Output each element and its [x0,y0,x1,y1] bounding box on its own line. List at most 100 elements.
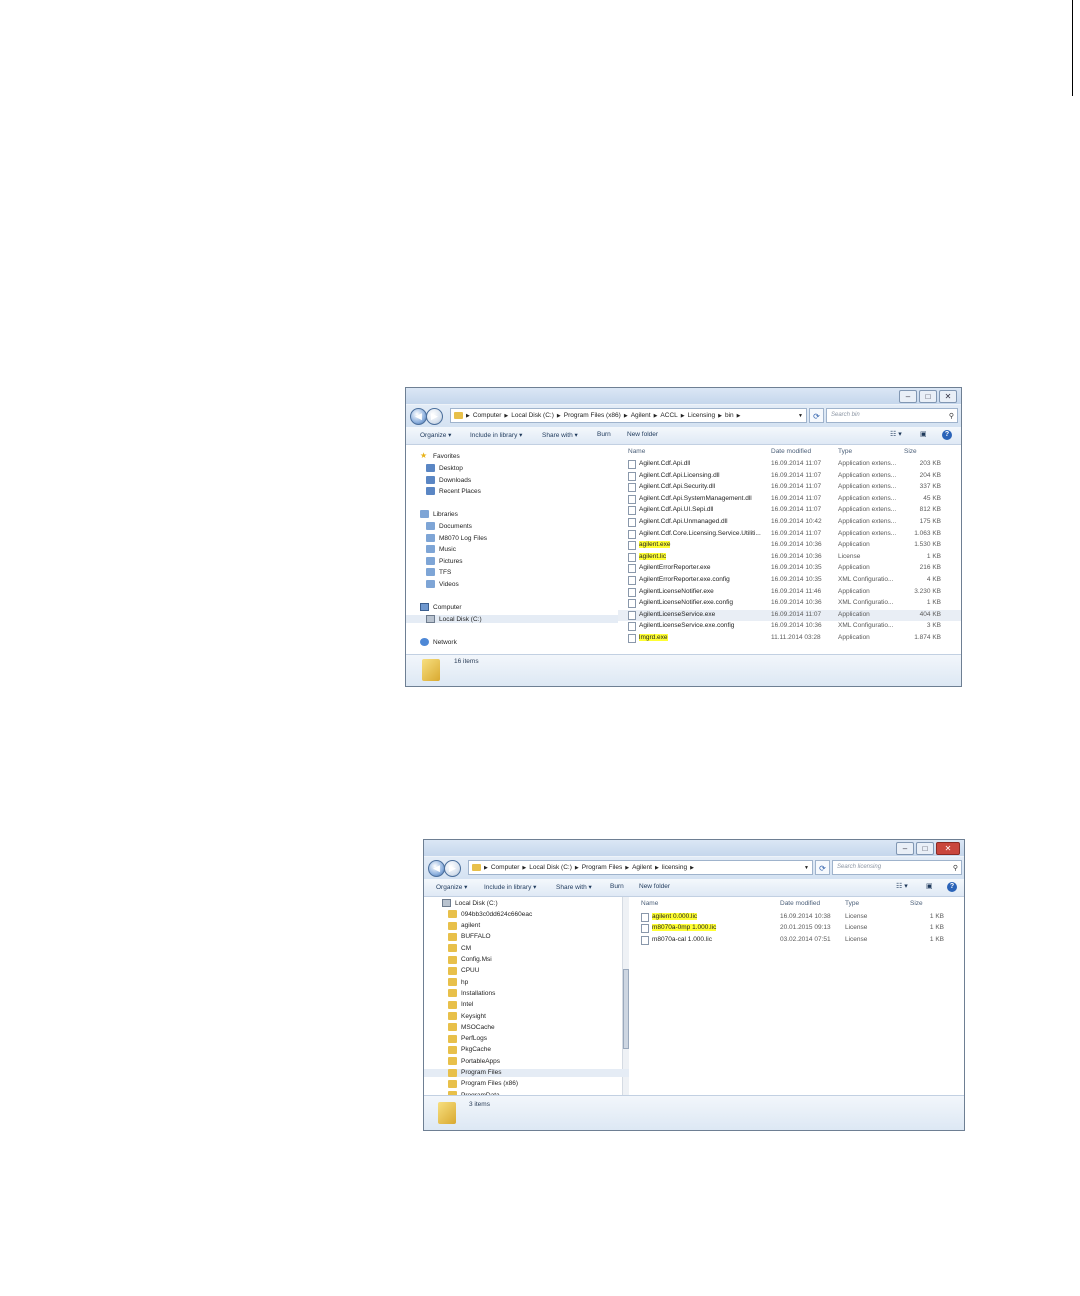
nav-item[interactable]: Downloads [426,476,471,484]
chevron-right-icon[interactable]: ▶ [575,865,579,871]
close-icon[interactable]: ✕ [936,842,960,855]
include-in-library-button[interactable]: Include in library ▾ [470,431,522,439]
nav-item[interactable]: Desktop [426,464,463,472]
file-row[interactable]: Agilent.Cdf.Api.Unmanaged.dll 16.09.2014 … [618,517,961,529]
nav-item[interactable]: Music [426,545,456,553]
nav-item[interactable]: Libraries [420,510,458,518]
file-row[interactable]: AgilentErrorReporter.exe.config 16.09.201… [618,575,961,587]
tree-item[interactable]: CM [448,944,471,953]
tree-item[interactable]: 094bb3c0dd624c660eac [448,910,532,919]
tree-scrollbar[interactable] [622,897,629,1097]
breadcrumb-segment[interactable]: Program Files (x86) [564,412,621,419]
breadcrumb-segment[interactable]: licensing [662,864,687,871]
tree-item[interactable]: Keysight [448,1012,486,1020]
burn-button[interactable]: Burn [610,883,624,890]
chevron-right-icon[interactable]: ▶ [625,865,629,871]
nav-item[interactable]: M8070 Log Files [426,534,487,542]
search-icon[interactable]: ⚲ [953,862,958,875]
breadcrumb-segment[interactable]: Computer [491,864,520,871]
file-row[interactable]: AgilentLicenseService.exe.config 16.09.20… [618,621,961,633]
chevron-right-icon[interactable]: ▶ [522,865,526,871]
tree-item[interactable]: Program Files (x86) [448,1079,518,1088]
chevron-right-icon[interactable]: ▶ [557,413,561,419]
preview-pane-icon[interactable]: ▣ [926,882,933,890]
maximize-icon[interactable]: □ [916,842,934,855]
organize-button[interactable]: Organize ▾ [436,883,467,891]
organize-button[interactable]: Organize ▾ [420,431,451,439]
nav-item[interactable]: Documents [426,522,472,530]
help-icon[interactable]: ? [947,882,957,892]
nav-item[interactable]: Videos [426,580,459,588]
refresh-icon[interactable]: ⟳ [809,408,824,423]
chevron-right-icon[interactable]: ▶ [466,413,470,419]
forward-icon[interactable]: ▶ [444,860,461,877]
tree-item[interactable]: Program Files [424,1068,644,1077]
refresh-icon[interactable]: ⟳ [815,860,830,875]
nav-item[interactable]: Local Disk (C:) [406,615,638,623]
tree-item[interactable]: Intel [448,1000,473,1009]
file-row[interactable]: Agilent.Cdf.Api.Security.dll 16.09.2014 1… [618,482,961,494]
chevron-right-icon[interactable]: ▶ [718,413,722,419]
maximize-icon[interactable]: □ [919,390,937,403]
column-header-size[interactable]: Size [904,448,917,455]
file-row[interactable]: Agilent.Cdf.Api.UI.Sepi.dll 16.09.2014 11… [618,505,961,517]
column-header-type[interactable]: Type [845,900,859,907]
nav-item[interactable]: Network [420,638,457,646]
close-icon[interactable]: ✕ [939,390,957,403]
file-row[interactable]: m8070a-0mp 1.000.lic 20.01.2015 09:13 Lice… [629,923,964,935]
tree-item[interactable]: Installations [448,989,495,998]
tree-item[interactable]: MSOCache [448,1023,495,1032]
column-header-name[interactable]: Name [628,448,645,455]
breadcrumb[interactable]: ▶ Computer ▶ Local Disk (C:) ▶ Program Files ▶… [468,860,813,875]
include-in-library-button[interactable]: Include in library ▾ [484,883,536,891]
tree-item[interactable]: PkgCache [448,1045,491,1054]
tree-item[interactable]: PerfLogs [448,1034,487,1043]
chevron-right-icon[interactable]: ▶ [624,413,628,419]
column-header-type[interactable]: Type [838,448,852,455]
nav-item[interactable]: Recent Places [426,487,481,495]
chevron-right-icon[interactable]: ▶ [484,865,488,871]
tree-item[interactable]: agilent [448,921,480,930]
nav-item[interactable]: TFS [426,568,451,576]
nav-item[interactable]: Computer [420,603,462,611]
tree-item[interactable]: Local Disk (C:) [442,899,498,907]
burn-button[interactable]: Burn [597,431,611,438]
minimize-icon[interactable]: – [896,842,914,855]
breadcrumb-segment[interactable]: Program Files [582,864,622,871]
tree-item[interactable]: BUFFALO [448,932,491,941]
nav-item[interactable]: Pictures [426,557,462,565]
breadcrumb-segment[interactable]: ACCL [660,412,677,419]
chevron-right-icon[interactable]: ▶ [655,865,659,871]
file-row[interactable]: lmgrd.exe 11.11.2014 03:28 Application 1.87… [618,633,961,645]
tree-item[interactable]: Config.Msi [448,955,492,964]
chevron-right-icon[interactable]: ▶ [690,865,694,871]
file-row[interactable]: Agilent.Cdf.Api.Licensing.dll 16.09.2014 … [618,471,961,483]
chevron-down-icon[interactable]: ▼ [798,413,803,419]
tree-item[interactable]: PortableApps [448,1057,500,1066]
chevron-right-icon[interactable]: ▶ [681,413,685,419]
chevron-down-icon[interactable]: ▼ [804,865,809,871]
nav-item[interactable]: ★ Favorites [420,452,460,460]
tree-item[interactable]: hp [448,978,468,987]
breadcrumb-segment[interactable]: Local Disk (C:) [529,864,572,871]
column-header-date[interactable]: Date modified [771,448,811,455]
search-input[interactable]: Search licensing ⚲ [832,860,962,875]
file-row[interactable]: agilent.exe 16.09.2014 10:36 Application 1.… [618,540,961,552]
column-header-size[interactable]: Size [910,900,923,907]
share-with-button[interactable]: Share with ▾ [542,431,578,439]
forward-icon[interactable]: ▶ [426,408,443,425]
column-header-name[interactable]: Name [641,900,658,907]
file-row[interactable]: m8070a-cal 1.000.lic 03.02.2014 07:51 Lice… [629,935,964,947]
breadcrumb-segment[interactable]: Licensing [688,412,715,419]
chevron-right-icon[interactable]: ▶ [654,413,658,419]
file-row[interactable]: Agilent.Cdf.Api.dll 16.09.2014 11:07 Appli… [618,459,961,471]
chevron-right-icon[interactable]: ▶ [737,413,741,419]
new-folder-button[interactable]: New folder [627,431,658,438]
breadcrumb-segment[interactable]: bin [725,412,734,419]
minimize-icon[interactable]: – [899,390,917,403]
breadcrumb-segment[interactable]: Agilent [632,864,652,871]
file-row[interactable]: AgilentLicenseNotifier.exe.config 16.09.2… [618,598,961,610]
file-row[interactable]: AgilentLicenseService.exe 16.09.2014 11:0… [618,609,961,622]
back-icon[interactable]: ◀ [428,860,445,877]
file-row[interactable]: agilent 0.000.lic 16.09.2014 10:38 License… [629,912,964,924]
